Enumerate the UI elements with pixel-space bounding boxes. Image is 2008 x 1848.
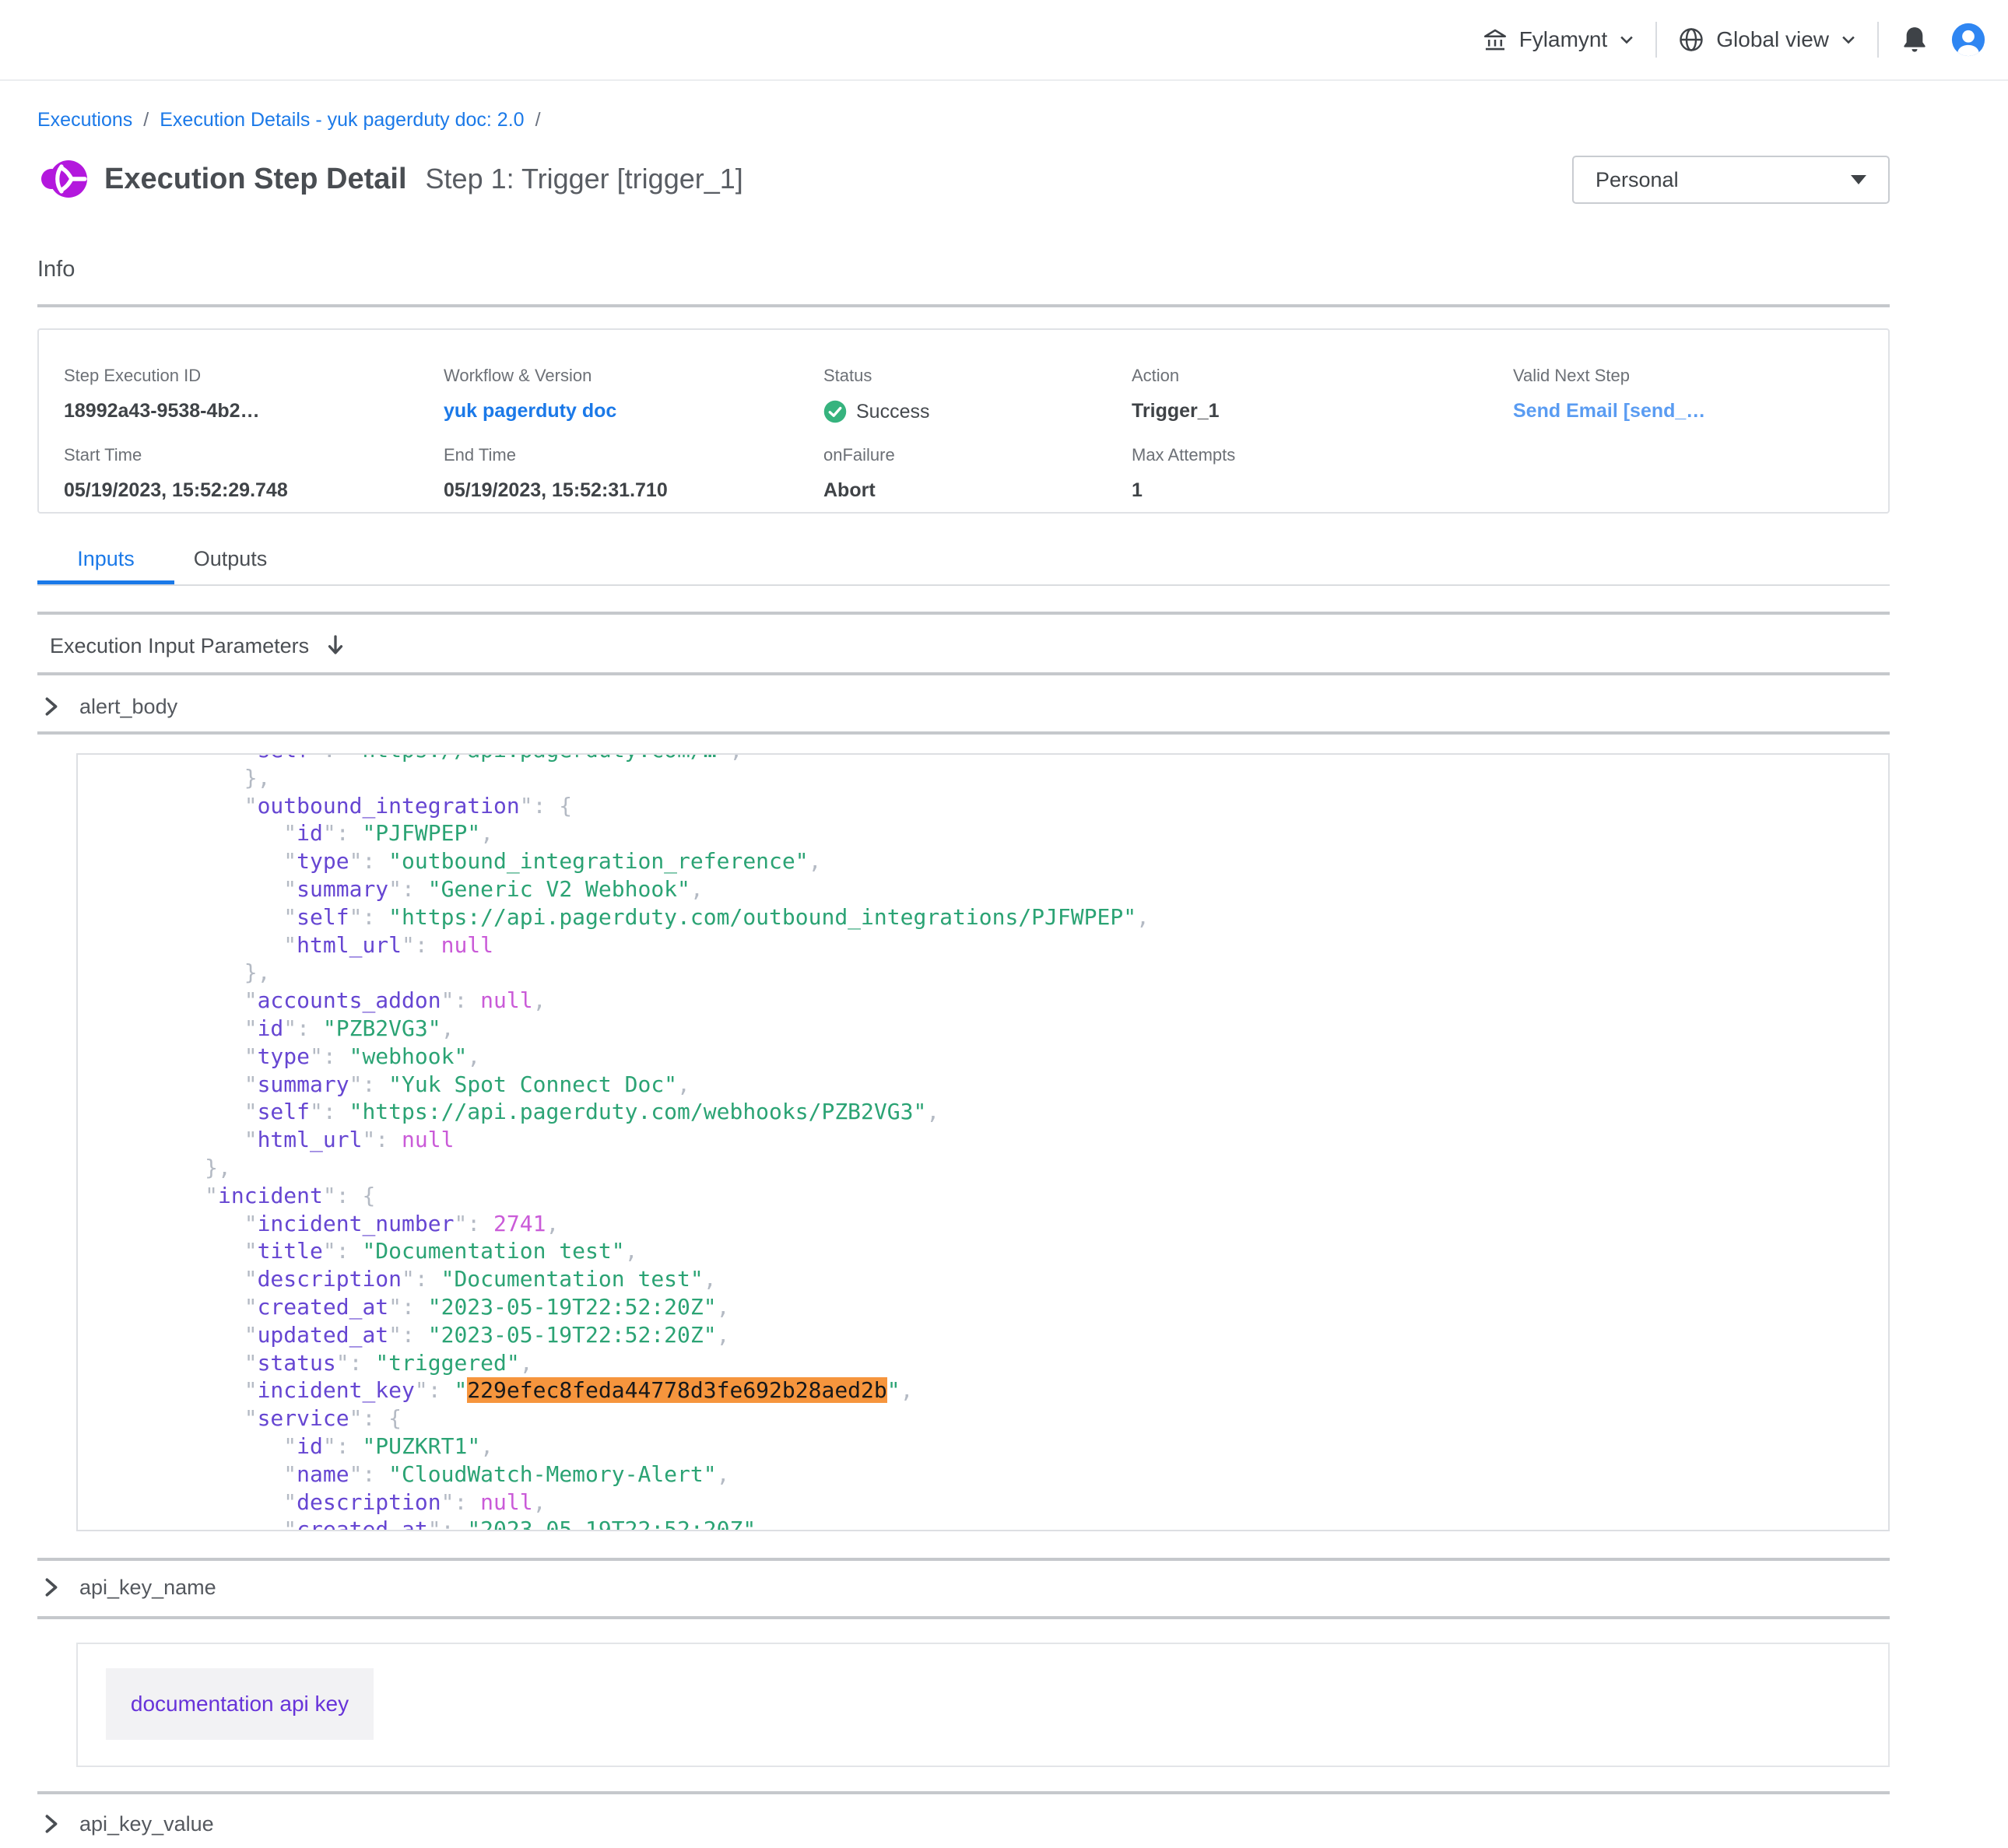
scope-select-value: Personal bbox=[1596, 168, 1679, 192]
workflow-link[interactable]: yuk pagerduty doc bbox=[444, 400, 616, 423]
next-step-link[interactable]: Send Email [send_… bbox=[1513, 400, 1705, 423]
info-field-status: Status Success bbox=[823, 366, 929, 423]
caret-down-icon bbox=[1851, 175, 1866, 184]
breadcrumb-execution-details-link[interactable]: Execution Details - yuk pagerduty doc: 2… bbox=[160, 109, 524, 131]
section-label: alert_body bbox=[79, 695, 177, 719]
info-heading: Info bbox=[37, 257, 75, 282]
section-alert-body[interactable]: alert_body bbox=[44, 689, 177, 724]
info-card: Step Execution ID 18992a43-9538-4b2… Wor… bbox=[37, 328, 1890, 514]
chevron-right-icon bbox=[44, 696, 59, 717]
institution-icon bbox=[1482, 26, 1508, 53]
section-api-key-value[interactable]: api_key_value bbox=[44, 1807, 214, 1841]
scope-select[interactable]: Personal bbox=[1572, 156, 1890, 204]
section-api-key-name[interactable]: api_key_name bbox=[44, 1570, 216, 1604]
chevron-right-icon bbox=[44, 1813, 59, 1835]
download-arrow-icon[interactable] bbox=[326, 634, 345, 657]
section-label: api_key_name bbox=[79, 1576, 216, 1600]
info-field-valid-next-step: Valid Next Step Send Email [send_… bbox=[1513, 366, 1705, 423]
user-avatar[interactable] bbox=[1950, 22, 1986, 58]
workflow-step-icon bbox=[37, 156, 90, 202]
section-divider bbox=[37, 1791, 1890, 1794]
view-name: Global view bbox=[1716, 27, 1829, 52]
page-subtitle: Step 1: Trigger [trigger_1] bbox=[426, 163, 743, 195]
tab-outputs[interactable]: Outputs bbox=[172, 537, 289, 580]
info-field-workflow-version: Workflow & Version yuk pagerduty doc bbox=[444, 366, 616, 423]
section-divider bbox=[37, 1558, 1890, 1561]
info-field-onfailure: onFailure Abort bbox=[823, 445, 895, 502]
json-code: "self": "https://api.pagerduty.com/…", }… bbox=[78, 753, 1888, 1531]
org-name: Fylamynt bbox=[1519, 27, 1608, 52]
chevron-down-icon bbox=[1618, 31, 1635, 48]
execution-step-detail-page: Fylamynt Global view bbox=[0, 0, 2008, 1848]
api-key-name-chip-label: documentation api key bbox=[131, 1692, 349, 1717]
breadcrumb-executions-link[interactable]: Executions bbox=[37, 109, 132, 131]
api-key-name-chip[interactable]: documentation api key bbox=[106, 1668, 374, 1740]
notifications-button[interactable] bbox=[1899, 24, 1930, 55]
section-divider bbox=[37, 612, 1890, 615]
info-field-max-attempts: Max Attempts 1 bbox=[1132, 445, 1235, 502]
org-switcher[interactable]: Fylamynt bbox=[1482, 26, 1636, 53]
api-key-name-value-box: documentation api key bbox=[76, 1643, 1890, 1767]
info-field-step-execution-id: Step Execution ID 18992a43-9538-4b2… bbox=[64, 366, 260, 423]
breadcrumb: Executions / Execution Details - yuk pager… bbox=[37, 109, 552, 131]
success-check-icon bbox=[823, 400, 847, 423]
chevron-right-icon bbox=[44, 1576, 59, 1598]
info-field-action: Action Trigger_1 bbox=[1132, 366, 1220, 423]
section-divider bbox=[37, 1616, 1890, 1619]
section-label: api_key_value bbox=[79, 1812, 214, 1836]
topbar-divider bbox=[1877, 22, 1879, 58]
chevron-down-icon bbox=[1840, 31, 1857, 48]
section-divider bbox=[37, 672, 1890, 675]
account-circle-icon bbox=[1950, 22, 1986, 58]
section-divider bbox=[37, 731, 1890, 735]
view-switcher[interactable]: Global view bbox=[1677, 26, 1857, 54]
info-field-start-time: Start Time 05/19/2023, 15:52:29.748 bbox=[64, 445, 288, 502]
alert-body-json-viewer[interactable]: "self": "https://api.pagerduty.com/…", }… bbox=[76, 753, 1890, 1531]
topbar-divider bbox=[1655, 22, 1657, 58]
params-title: Execution Input Parameters bbox=[50, 634, 309, 658]
breadcrumb-separator: / bbox=[535, 109, 541, 131]
info-field-end-time: End Time 05/19/2023, 15:52:31.710 bbox=[444, 445, 668, 502]
topbar: Fylamynt Global view bbox=[0, 0, 2008, 81]
execution-input-parameters-header: Execution Input Parameters bbox=[50, 629, 345, 663]
title-row: Execution Step Detail Step 1: Trigger [t… bbox=[37, 153, 743, 205]
tab-inputs[interactable]: Inputs bbox=[37, 537, 174, 584]
section-divider bbox=[37, 304, 1890, 307]
status-badge: Success bbox=[856, 401, 929, 423]
globe-icon bbox=[1677, 26, 1705, 54]
page-title: Execution Step Detail bbox=[104, 163, 407, 196]
breadcrumb-separator: / bbox=[143, 109, 149, 131]
tab-bar: Inputs Outputs bbox=[37, 537, 1890, 586]
bell-icon bbox=[1899, 24, 1930, 55]
